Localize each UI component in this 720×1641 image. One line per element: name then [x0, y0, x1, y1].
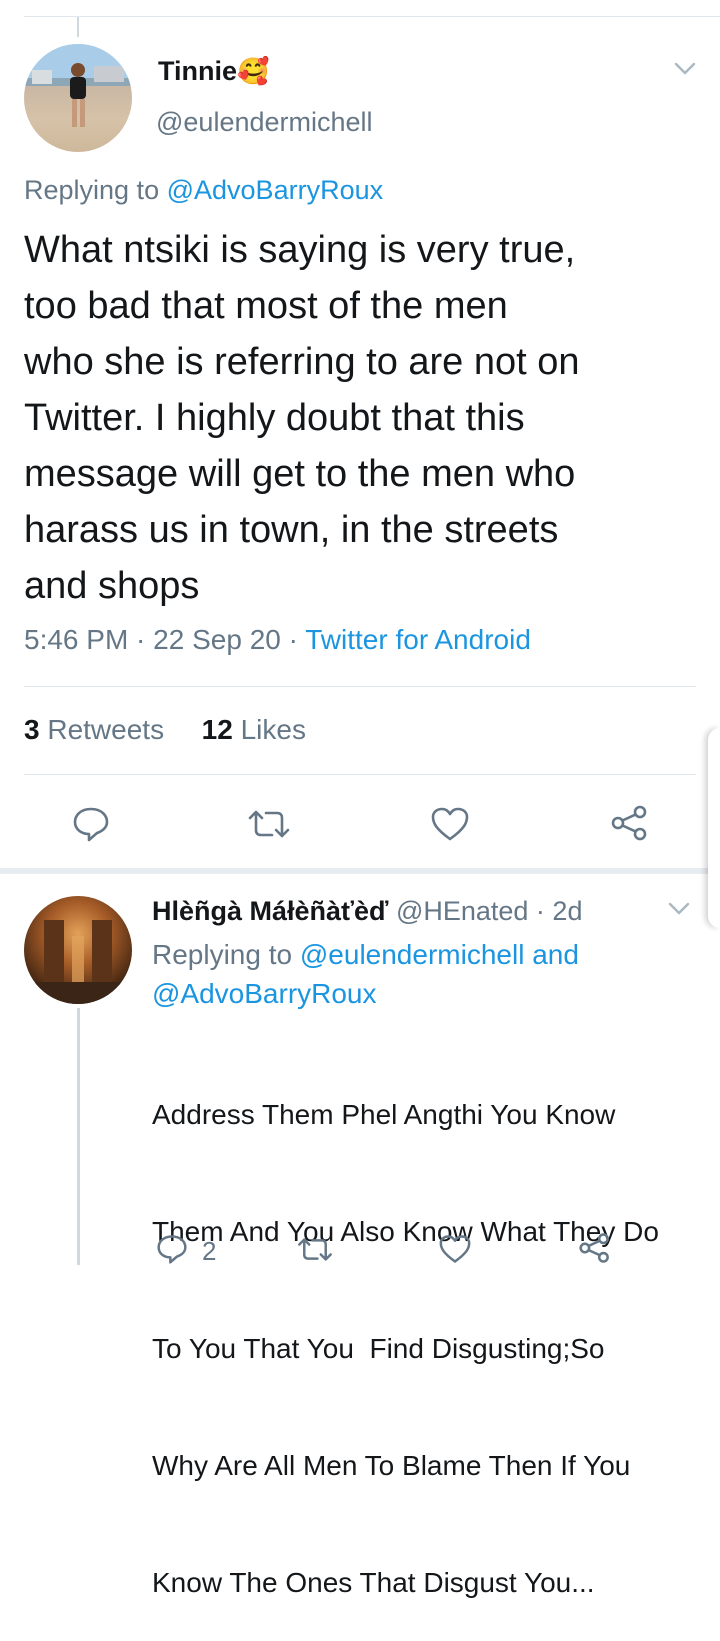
share-icon[interactable] [578, 1232, 612, 1264]
tweet-text-line: too bad that most of the men [24, 285, 508, 327]
reply-icon[interactable] [156, 1234, 188, 1264]
display-name-text[interactable]: Tinnie [158, 56, 237, 86]
scroll-edge-handle[interactable] [708, 728, 720, 928]
heart-icon[interactable] [438, 1234, 472, 1264]
replying-to-link[interactable]: @AdvoBarryRoux [167, 175, 384, 205]
chevron-down-icon[interactable] [674, 62, 696, 76]
tweet-text: What ntsiki is saying is very true, too … [24, 222, 580, 614]
reply-replying-link[interactable]: @AdvoBarryRoux [152, 974, 579, 1013]
reply-text-line: Know The Ones That Disgust You... [152, 1567, 595, 1598]
smiling-face-with-hearts-icon: 🥰 [237, 56, 270, 86]
tweet-text-line: and shops [24, 565, 200, 607]
heart-icon[interactable] [430, 806, 470, 842]
tweet-text-line: who she is referring to are not on [24, 341, 580, 383]
tweet-time[interactable]: 5:46 PM [24, 624, 128, 655]
reply-replying-prefix: Replying to [152, 939, 293, 970]
replying-to-line: Replying to @AdvoBarryRoux [24, 175, 383, 206]
retweet-count: 3 [24, 714, 40, 745]
avatar[interactable] [24, 896, 132, 1004]
tweet-text-line: What ntsiki is saying is very true, [24, 229, 576, 271]
tweet-timestamp-line: 5:46 PM · 22 Sep 20 · Twitter for Androi… [24, 624, 531, 655]
thread-connector [77, 1008, 80, 1265]
top-divider [24, 16, 720, 17]
reply-text-line: Address Them Phel Angthi You Know [152, 1099, 616, 1130]
reply-display-name[interactable]: Hlèñgà Máłèñàťèď [152, 896, 388, 926]
reply-user-handle[interactable]: @HEnated [396, 896, 528, 926]
stats-divider-top [24, 686, 696, 687]
reply-header: Hlèñgà Máłèñàťèď @HEnated · 2d [152, 896, 583, 926]
reply-replying-to: Replying to @eulendermichell and @AdvoBa… [152, 935, 579, 1013]
user-handle[interactable]: @eulendermichell [156, 107, 373, 138]
tweet-text-line: message will get to the men who [24, 453, 576, 495]
reply-icon[interactable] [72, 806, 110, 842]
retweet-icon[interactable] [246, 808, 292, 840]
reply-text: Address Them Phel Angthi You Know Them A… [152, 1017, 659, 1641]
like-count: 12 [201, 714, 233, 745]
engagement-stats: 3 Retweets 12 Likes [24, 714, 306, 746]
retweet-icon[interactable] [296, 1236, 334, 1263]
replying-to-prefix: Replying to [24, 175, 160, 205]
retweet-stat[interactable]: 3 Retweets [24, 714, 164, 745]
stats-divider-bottom [24, 774, 696, 775]
display-name[interactable]: Tinnie🥰 [158, 56, 269, 87]
like-label: Likes [240, 714, 306, 745]
like-stat[interactable]: 12 Likes [202, 714, 306, 745]
thread-connector-top [77, 17, 79, 37]
chevron-down-icon[interactable] [668, 902, 690, 916]
reply-text-line: Why Are All Men To Blame Then If You [152, 1450, 631, 1481]
reply-replying-link[interactable]: @eulendermichell and [300, 939, 579, 970]
share-icon[interactable] [610, 804, 650, 842]
retweet-label: Retweets [47, 714, 165, 745]
reply-count: 2 [202, 1236, 217, 1266]
section-separator [0, 868, 720, 874]
tweet-text-line: harass us in town, in the streets [24, 509, 559, 551]
avatar[interactable] [24, 44, 132, 152]
tweet-date[interactable]: 22 Sep 20 [153, 624, 281, 655]
reply-age[interactable]: 2d [552, 896, 582, 926]
reply-text-line: To You That You Find Disgusting;So [152, 1333, 605, 1364]
tweet-client[interactable]: Twitter for Android [305, 624, 531, 655]
tweet-text-line: Twitter. I highly doubt that this [24, 397, 525, 439]
